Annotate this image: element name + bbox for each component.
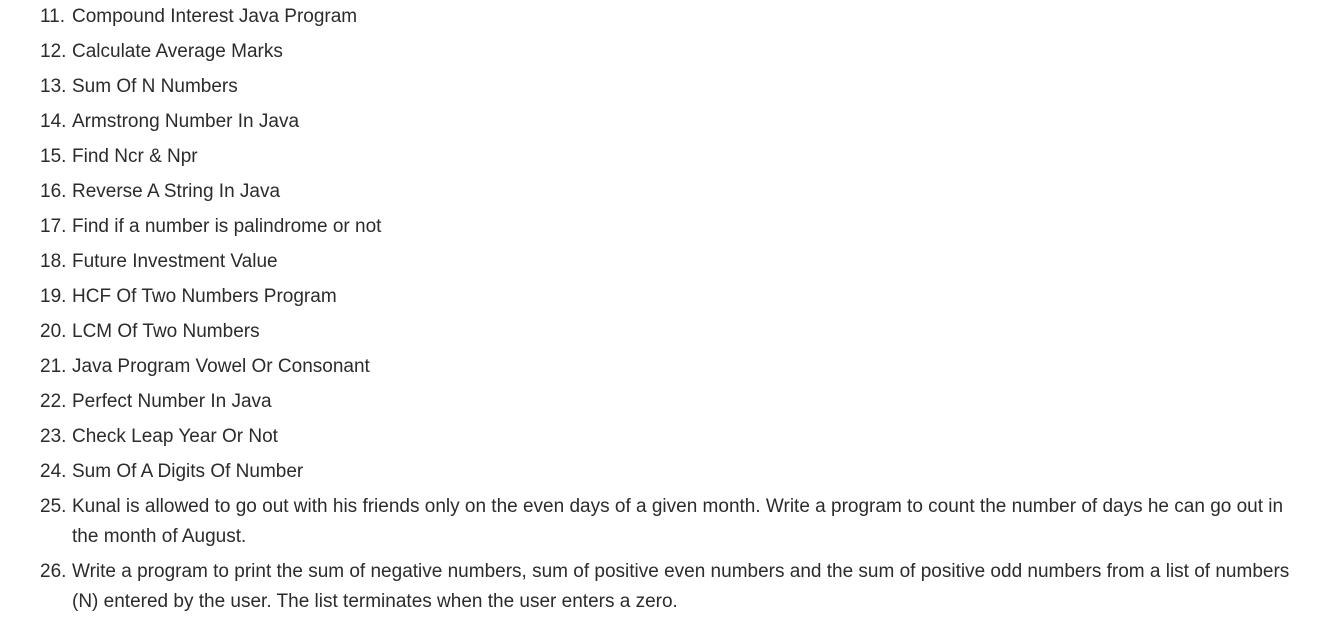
program-list: 11. Compound Interest Java Program 12. C…: [0, 2, 1300, 622]
item-number: 13.: [40, 76, 67, 97]
item-link[interactable]: Perfect Number In Java: [72, 387, 1300, 417]
item-number: 11.: [40, 6, 66, 27]
list-item[interactable]: 20. LCM Of Two Numbers: [0, 317, 1300, 347]
list-item[interactable]: 18. Future Investment Value: [0, 247, 1300, 277]
list-item[interactable]: 14. Armstrong Number In Java: [0, 107, 1300, 137]
list-item[interactable]: 13. Sum Of N Numbers: [0, 72, 1300, 102]
list-item[interactable]: 25. Kunal is allowed to go out with his …: [0, 492, 1300, 552]
item-number: 14.: [40, 111, 67, 132]
item-number: 21.: [40, 356, 67, 377]
list-item[interactable]: 22. Perfect Number In Java: [0, 387, 1300, 417]
list-item[interactable]: 21. Java Program Vowel Or Consonant: [0, 352, 1300, 382]
item-link[interactable]: HCF Of Two Numbers Program: [72, 282, 1300, 312]
list-item[interactable]: 17. Find if a number is palindrome or no…: [0, 212, 1300, 242]
item-link[interactable]: LCM Of Two Numbers: [72, 317, 1300, 347]
item-number: 16.: [40, 181, 67, 202]
item-link[interactable]: Java Program Vowel Or Consonant: [72, 352, 1300, 382]
list-item[interactable]: 11. Compound Interest Java Program: [0, 2, 1300, 32]
item-number: 24.: [40, 461, 67, 482]
item-link[interactable]: Kunal is allowed to go out with his frie…: [72, 492, 1300, 552]
item-number: 19.: [40, 286, 67, 307]
item-number: 26.: [40, 561, 67, 582]
item-link[interactable]: Find Ncr & Npr: [72, 142, 1300, 172]
item-link[interactable]: Find if a number is palindrome or not: [72, 212, 1300, 242]
list-item[interactable]: 24. Sum Of A Digits Of Number: [0, 457, 1300, 487]
item-number: 15.: [40, 146, 67, 167]
list-item[interactable]: 15. Find Ncr & Npr: [0, 142, 1300, 172]
item-link[interactable]: Reverse A String In Java: [72, 177, 1300, 207]
item-link[interactable]: Future Investment Value: [72, 247, 1300, 277]
list-item[interactable]: 19. HCF Of Two Numbers Program: [0, 282, 1300, 312]
item-link[interactable]: Sum Of N Numbers: [72, 72, 1300, 102]
list-item[interactable]: 26. Write a program to print the sum of …: [0, 557, 1300, 617]
list-item[interactable]: 12. Calculate Average Marks: [0, 37, 1300, 67]
list-item[interactable]: 23. Check Leap Year Or Not: [0, 422, 1300, 452]
item-link[interactable]: Sum Of A Digits Of Number: [72, 457, 1300, 487]
item-number: 18.: [40, 251, 67, 272]
item-number: 20.: [40, 321, 67, 342]
item-link[interactable]: Check Leap Year Or Not: [72, 422, 1300, 452]
item-number: 22.: [40, 391, 67, 412]
item-number: 23.: [40, 426, 67, 447]
item-link[interactable]: Write a program to print the sum of nega…: [72, 557, 1300, 617]
list-item[interactable]: 16. Reverse A String In Java: [0, 177, 1300, 207]
item-link[interactable]: Armstrong Number In Java: [72, 107, 1300, 137]
item-number: 12.: [40, 41, 67, 62]
item-link[interactable]: Calculate Average Marks: [72, 37, 1300, 67]
item-number: 17.: [40, 216, 67, 237]
item-link[interactable]: Compound Interest Java Program: [72, 2, 1300, 32]
item-number: 25.: [40, 496, 67, 517]
